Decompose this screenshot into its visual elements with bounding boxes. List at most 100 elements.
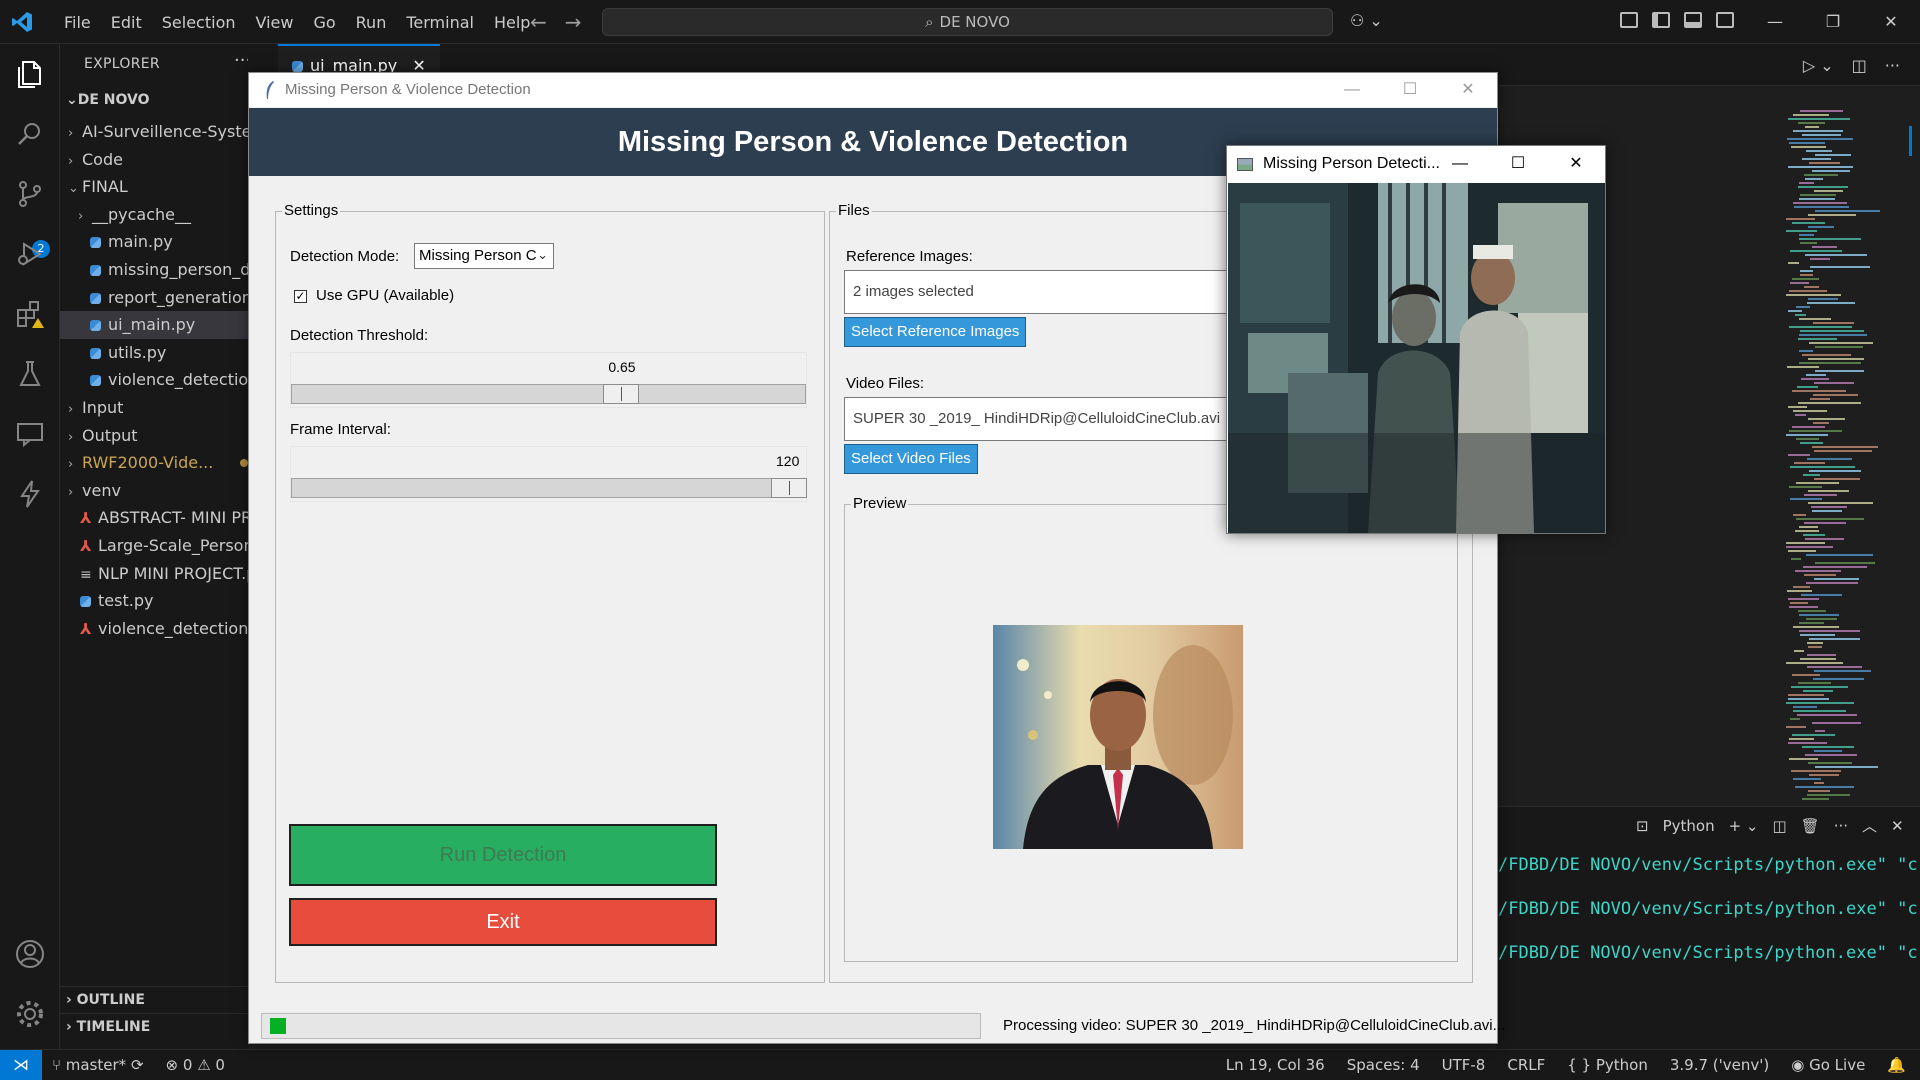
toggle-secondary-sidebar-icon[interactable] [1716,12,1734,28]
tree-file[interactable]: report_generation.p [60,284,248,312]
source-control-icon[interactable] [14,178,46,210]
notifications-icon[interactable]: 🔔 [1887,1050,1906,1080]
tree-file[interactable]: main.py [60,228,248,256]
minimap-line [1807,654,1836,656]
copilot-icon[interactable]: ⚇ ⌄ [1350,11,1383,30]
select-reference-images-button[interactable]: Select Reference Images [844,317,1027,347]
timeline-section[interactable]: › TIMELINE [60,1013,248,1040]
tree-file[interactable]: violence_detection. [60,366,248,394]
minimap-line [1804,522,1846,524]
interpreter[interactable]: 3.9.7 ('venv') [1670,1050,1769,1080]
minimap-line [1789,606,1818,608]
problems-status[interactable]: ⊗ 0 ⚠ 0 [166,1050,225,1080]
maximize-panel-icon[interactable]: ︿ [1862,815,1877,836]
frame-interval-trough[interactable] [291,478,807,498]
select-video-files-button[interactable]: Select Video Files [844,444,978,474]
files-frame-label: Files [836,202,872,219]
run-icon[interactable]: ▷ ⌄ [1803,56,1834,75]
tree-file[interactable]: missing_person_de [60,256,248,284]
tree-folder[interactable]: › __pycache__ [60,201,248,229]
tree-file[interactable]: ≡ NLP MINI PROJECT.p [60,560,248,588]
tree-file[interactable]: ui_main.py [60,311,248,339]
go-live[interactable]: ◉ Go Live [1791,1050,1865,1080]
menu-item-file[interactable]: File [54,13,101,32]
threshold-slider-handle[interactable] [603,384,640,404]
frame-interval-slider-handle[interactable] [771,478,807,498]
tree-file[interactable]: ⅄ Large-Scale_Person_ [60,532,248,560]
language-mode[interactable]: { } Python [1567,1050,1648,1080]
use-gpu-checkbox[interactable]: ✓ [294,290,307,303]
minimap[interactable] [1786,110,1904,800]
back-arrow-icon[interactable]: ← [530,10,547,34]
more-icon[interactable]: ··· [1885,56,1900,75]
threshold-trough[interactable] [291,384,806,404]
tree-file[interactable]: ⅄ violence_detections. [60,615,248,643]
tree-folder[interactable]: › Code [60,146,248,174]
pdf-file-icon: ⅄ [80,509,92,528]
editor-scrollbar[interactable] [1905,86,1919,1051]
encoding[interactable]: UTF-8 [1442,1050,1486,1080]
tree-file[interactable]: utils.py [60,339,248,367]
search-icon[interactable] [14,118,46,150]
minimap-line [1808,418,1845,420]
tree-folder[interactable]: › Output [60,422,248,450]
toggle-panel-icon[interactable] [1684,12,1702,28]
thunder-client-icon[interactable] [14,478,46,510]
customize-layout-icon[interactable] [1620,12,1638,28]
forward-arrow-icon[interactable]: → [565,10,582,34]
minimize-icon[interactable]: — [1323,73,1381,107]
menu-item-view[interactable]: View [246,13,304,32]
tree-folder[interactable]: › Input [60,394,248,422]
close-panel-icon[interactable]: ✕ [1891,817,1904,835]
remote-explorer-icon[interactable] [14,418,46,450]
branch-status[interactable]: ⑂ master* ⟳ [52,1050,144,1080]
tree-folder[interactable]: › AI-Surveillence-Syste [60,118,248,146]
maximize-icon[interactable]: ☐ [1489,146,1547,182]
command-center[interactable]: ⌕ DE NOVO [602,8,1333,36]
menu-item-go[interactable]: Go [303,13,345,32]
accounts-icon[interactable] [14,938,46,970]
tree-file[interactable]: ⅄ ABSTRACT- MINI PR [60,504,248,532]
maximize-icon[interactable]: ☐ [1381,73,1439,107]
maximize-icon[interactable]: ❐ [1804,0,1862,44]
new-terminal-icon[interactable]: + ⌄ [1729,817,1759,835]
terminal-name[interactable]: Python [1663,817,1715,835]
explorer-icon[interactable] [14,58,46,90]
more-icon[interactable]: ··· [1834,817,1848,835]
python-file-icon [90,375,101,387]
menu-item-run[interactable]: Run [346,13,397,32]
minimize-icon[interactable]: — [1431,146,1489,182]
minimize-icon[interactable]: — [1746,0,1804,44]
gear-icon[interactable] [14,998,46,1030]
close-icon[interactable]: ✕ [1547,146,1605,182]
close-icon[interactable]: ✕ [1862,0,1920,44]
indentation[interactable]: Spaces: 4 [1347,1050,1420,1080]
trash-icon[interactable]: 🗑 [1801,817,1820,835]
menu-item-terminal[interactable]: Terminal [396,13,484,32]
split-terminal-icon[interactable]: ◫ [1772,817,1786,835]
workspace-root[interactable]: ⌄DE NOVO [66,92,150,108]
close-icon[interactable]: ✕ [1439,73,1497,107]
testing-icon[interactable] [14,358,46,390]
toggle-sidebar-icon[interactable] [1652,12,1670,28]
minimap-line [1791,146,1826,148]
more-actions-icon[interactable]: ··· [234,50,248,71]
extensions-icon[interactable] [14,298,46,330]
detection-mode-select[interactable]: Missing Person C ⌄ [414,243,554,269]
tree-folder[interactable]: › venv [60,477,248,505]
tree-folder[interactable]: ⌄ FINAL [60,173,248,201]
run-debug-icon[interactable] [14,238,46,270]
menu-item-edit[interactable]: Edit [101,13,152,32]
exit-button[interactable]: Exit [289,898,717,946]
remote-icon[interactable]: ⋊ [0,1050,42,1080]
minimap-line [1786,726,1806,728]
line-ending[interactable]: CRLF [1507,1050,1545,1080]
split-editor-icon[interactable]: ◫ [1852,56,1867,75]
outline-section[interactable]: › OUTLINE [60,986,248,1013]
menu-item-selection[interactable]: Selection [152,13,246,32]
run-detection-button[interactable]: Run Detection [289,824,717,886]
cursor-position[interactable]: Ln 19, Col 36 [1226,1050,1325,1080]
minimap-line [1805,754,1857,756]
tree-folder[interactable]: › RWF2000-Vide... [60,449,248,477]
tree-file[interactable]: test.py [60,587,248,615]
